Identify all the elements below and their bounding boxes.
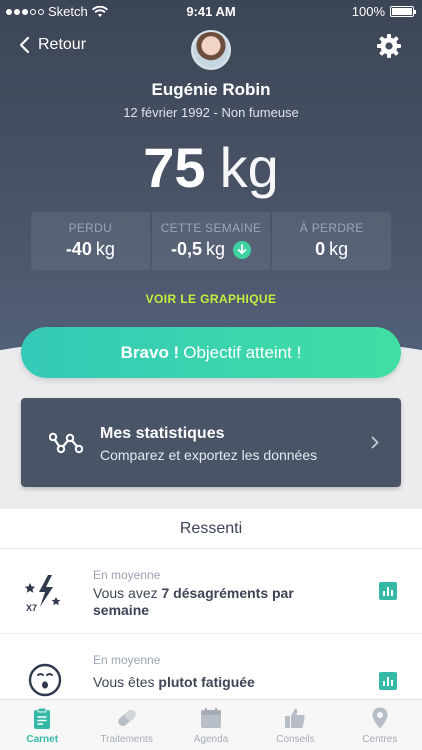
chevron-left-icon <box>19 36 30 54</box>
arrow-down-icon <box>233 240 252 259</box>
weight-value: 75 <box>143 136 206 199</box>
current-weight: 75 kg <box>0 135 422 200</box>
pill-icon <box>117 709 136 727</box>
battery-icon <box>390 6 416 17</box>
weight-unit: kg <box>219 136 279 199</box>
stat-value: -0,5 <box>170 239 203 259</box>
stat-unit: kg <box>95 239 115 259</box>
row-text: Vous êtes plutot fatiguée <box>93 674 353 691</box>
tired-face-icon <box>28 663 62 697</box>
tab-label: Agenda <box>193 734 229 745</box>
gear-icon[interactable] <box>376 33 402 59</box>
tab-traitements[interactable]: Traitements <box>84 700 168 750</box>
tab-label: Traitements <box>100 734 153 745</box>
stat-to-lose: À PERDRE 0 kg <box>272 212 392 270</box>
tab-agenda[interactable]: Agenda <box>169 700 253 750</box>
battery-percent: 100% <box>351 4 385 19</box>
list-item[interactable]: X7 En moyenne Vous avez 7 désagréments p… <box>0 549 422 634</box>
bravo-text: Objectif atteint ! <box>183 342 302 362</box>
profile-name: Eugénie Robin <box>151 80 271 99</box>
clipboard-icon <box>34 707 51 729</box>
tab-label: Conseils <box>276 734 315 745</box>
stat-value: 0 <box>315 239 326 259</box>
row-kicker: En moyenne <box>93 653 161 667</box>
statistics-title: Mes statistiques <box>100 425 225 442</box>
row-text: Vous avez 7 désagréments par semaine <box>93 585 353 619</box>
chart-line-icon <box>49 432 83 454</box>
row-text-strong: plutot fatiguée <box>158 674 255 690</box>
row-text-suffix: semaine <box>93 602 150 618</box>
row-text-prefix: Vous êtes <box>93 674 159 690</box>
view-graph-link[interactable]: VOIR LE GRAPHIQUE <box>0 292 422 306</box>
row-text-prefix: Vous avez <box>93 585 162 601</box>
tab-carnet[interactable]: Carnet <box>0 700 84 750</box>
stat-label: À PERDRE <box>299 221 364 235</box>
calendar-icon <box>201 708 222 728</box>
multiplier-badge: X7 <box>26 603 37 613</box>
stat-label: CETTE SEMAINE <box>160 221 262 235</box>
stat-week: CETTE SEMAINE -0,5 kg <box>151 212 271 270</box>
statistics-card[interactable]: Mes statistiques Comparez et exportez le… <box>21 398 401 487</box>
bravo-strong: Bravo ! <box>120 342 180 362</box>
goal-reached-banner[interactable]: Bravo ! Objectif atteint ! <box>21 327 401 378</box>
ressenti-title: Ressenti <box>0 509 422 549</box>
status-bar: Sketch 9:41 AM 100% <box>0 0 422 22</box>
battery-info: 100% <box>351 4 416 19</box>
tab-bar: Carnet Traitements Agenda Conseils Centr… <box>0 699 422 750</box>
thumbs-up-icon <box>285 708 306 728</box>
tab-centres[interactable]: Centres <box>338 700 422 750</box>
bar-chart-icon[interactable] <box>379 672 397 690</box>
map-pin-icon <box>372 707 388 729</box>
tab-label: Centres <box>362 734 398 745</box>
back-button[interactable]: Retour <box>18 36 86 54</box>
stat-unit: kg <box>206 239 226 259</box>
ressenti-panel: Ressenti X7 En moyenne Vous avez 7 désag… <box>0 509 422 719</box>
lightning-stars-icon: X7 <box>24 575 61 613</box>
tab-conseils[interactable]: Conseils <box>253 700 337 750</box>
row-text-strong: 7 désagréments par <box>161 585 294 601</box>
avatar[interactable] <box>191 30 231 70</box>
tab-label: Carnet <box>26 734 59 745</box>
bar-chart-icon[interactable] <box>379 582 397 600</box>
back-label: Retour <box>38 36 87 53</box>
stat-value: -40 <box>65 239 92 259</box>
stat-lost: PERDU -40 kg <box>31 212 150 270</box>
row-kicker: En moyenne <box>93 568 161 582</box>
stat-label: PERDU <box>68 221 113 235</box>
profile-details: 12 février 1992 - Non fumeuse <box>123 105 299 120</box>
statistics-subtitle: Comparez et exportez les données <box>100 447 318 463</box>
chevron-right-icon <box>371 436 379 449</box>
stat-unit: kg <box>329 239 349 259</box>
weight-stats: PERDU -40 kg CETTE SEMAINE -0,5 kg À PERDR… <box>31 212 392 270</box>
